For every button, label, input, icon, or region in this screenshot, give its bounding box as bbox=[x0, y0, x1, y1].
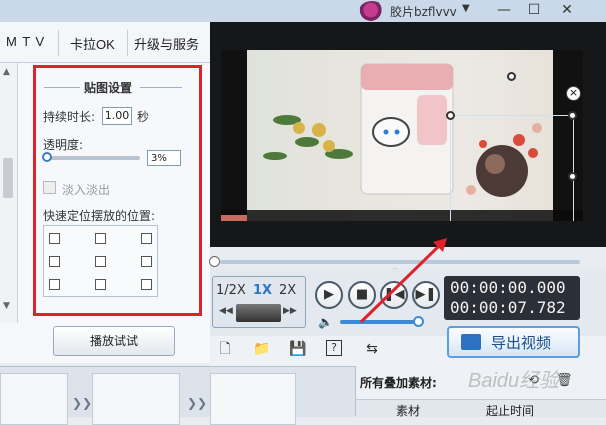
resize-handle-top-right[interactable] bbox=[568, 111, 577, 120]
overlay-list-header bbox=[356, 399, 606, 417]
scroll-thumb[interactable] bbox=[3, 158, 13, 198]
export-icon bbox=[461, 334, 481, 350]
column-start-end-time[interactable]: 起止时间 bbox=[486, 402, 534, 419]
user-dropdown-icon[interactable]: ▼ bbox=[462, 3, 470, 14]
column-material[interactable]: 素材 bbox=[396, 402, 420, 419]
total-time: 00:00:07.782 bbox=[450, 298, 566, 317]
user-avatar[interactable] bbox=[359, 1, 385, 21]
play-button[interactable]: ▶ bbox=[315, 281, 343, 309]
annotation-arrow bbox=[359, 238, 447, 324]
scroll-down-icon[interactable]: ▼ bbox=[3, 301, 10, 311]
user-name[interactable]: 胶片bzflvvv bbox=[390, 3, 457, 20]
resize-handle-right[interactable] bbox=[568, 172, 577, 181]
video-frame[interactable] bbox=[221, 50, 583, 221]
close-sticker-icon[interactable]: × bbox=[566, 86, 581, 101]
minimize-button[interactable]: — bbox=[490, 0, 518, 20]
transition-chevron-icon: ❯❯ bbox=[72, 396, 93, 410]
rewind-icon[interactable]: ◀◀ bbox=[219, 306, 233, 316]
storyboard-card[interactable] bbox=[210, 373, 296, 425]
help-icon[interactable]: ? bbox=[326, 340, 342, 356]
sticker-selection-box[interactable] bbox=[450, 115, 574, 221]
timecode-display: 00:00:00.000 00:00:07.782 bbox=[444, 276, 580, 320]
jog-wheel[interactable] bbox=[236, 304, 281, 322]
new-file-icon[interactable]: 🗋 bbox=[216, 340, 234, 358]
progress-knob[interactable] bbox=[209, 256, 220, 267]
save-icon[interactable]: 💾 bbox=[289, 340, 307, 358]
export-video-button[interactable]: 导出视频 bbox=[447, 326, 580, 358]
rotate-handle[interactable] bbox=[507, 72, 516, 81]
watermark: Baidu经验 bbox=[468, 370, 560, 392]
export-label: 导出视频 bbox=[491, 334, 552, 352]
transition-chevron-icon: ❯❯ bbox=[187, 396, 208, 410]
current-time: 00:00:00.000 bbox=[450, 278, 566, 297]
storyboard-card[interactable] bbox=[0, 373, 68, 425]
close-window-button[interactable]: ✕ bbox=[553, 0, 581, 20]
speed-normal[interactable]: 1X bbox=[253, 283, 272, 298]
storyboard-card[interactable] bbox=[92, 373, 180, 425]
tab-karaoke[interactable]: 卡拉OK bbox=[70, 34, 115, 53]
speed-double[interactable]: 2X bbox=[279, 283, 296, 298]
fast-forward-icon[interactable]: ▶▶ bbox=[283, 306, 297, 316]
tab-separator bbox=[127, 30, 128, 56]
tab-separator bbox=[58, 30, 59, 56]
volume-icon[interactable]: 🔈 bbox=[318, 315, 333, 329]
overlay-list-title: 所有叠加素材: bbox=[360, 376, 437, 390]
resize-handle-top-left[interactable] bbox=[446, 111, 455, 120]
maximize-button[interactable]: ☐ bbox=[520, 0, 548, 20]
timeline-marker bbox=[221, 215, 247, 221]
preview-play-button[interactable]: 播放试试 bbox=[53, 326, 175, 356]
highlight-box bbox=[33, 65, 202, 316]
open-folder-icon[interactable]: 📁 bbox=[253, 340, 271, 358]
tab-mtv[interactable]: M T V bbox=[6, 34, 45, 49]
share-icon[interactable]: ⇆ bbox=[363, 340, 381, 358]
speed-half[interactable]: 1/2X bbox=[216, 283, 246, 298]
scroll-up-icon[interactable]: ▲ bbox=[3, 67, 10, 77]
tab-upgrade-service[interactable]: 升级与服务 bbox=[134, 34, 199, 53]
panel-scrollbar[interactable]: ▲ ▼ bbox=[0, 63, 18, 323]
